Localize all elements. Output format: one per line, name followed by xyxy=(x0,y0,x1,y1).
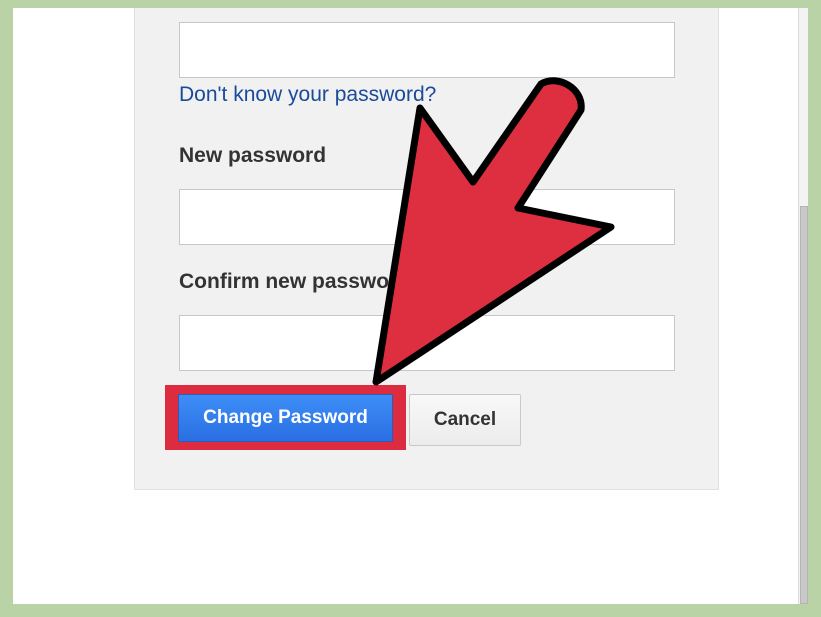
vertical-scrollbar[interactable] xyxy=(798,8,808,604)
pointer-arrow-icon xyxy=(372,77,615,386)
scrollbar-thumb[interactable] xyxy=(800,206,808,604)
browser-viewport: Don't know your password? New password C… xyxy=(13,8,808,604)
